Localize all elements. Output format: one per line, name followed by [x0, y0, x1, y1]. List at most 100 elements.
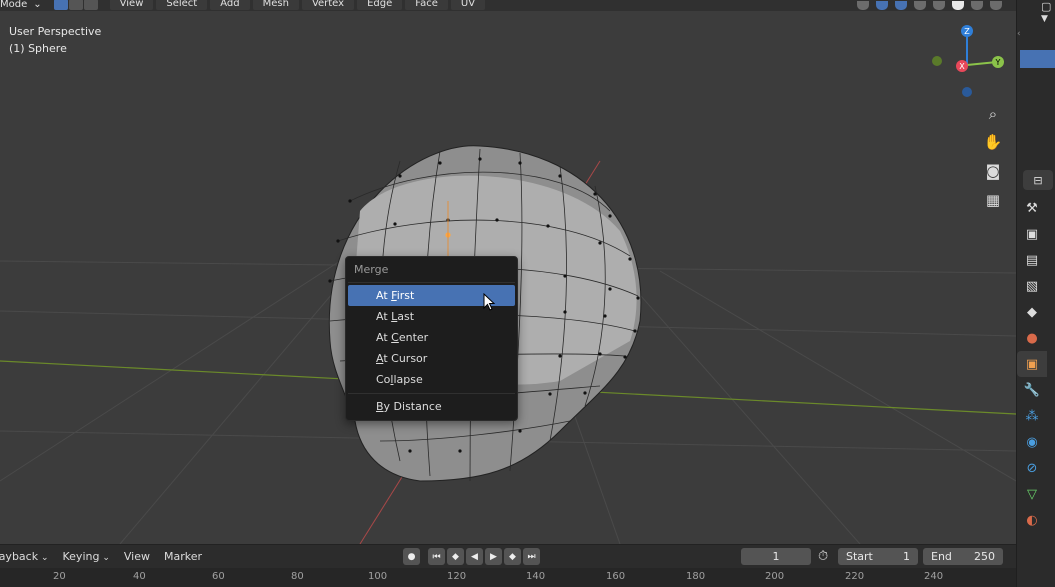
- face-select-button[interactable]: [83, 0, 98, 10]
- physics-tab-icon[interactable]: ◉: [1017, 429, 1047, 455]
- item-mnemonic: C: [391, 331, 399, 344]
- keying-menu[interactable]: Keying: [63, 550, 110, 563]
- item-rest: t Cursor: [383, 352, 428, 365]
- item-rest: y Distance: [383, 400, 442, 413]
- outliner-icon[interactable]: ▢: [1041, 0, 1051, 13]
- constraints-tab-icon[interactable]: ⊘: [1017, 455, 1047, 481]
- mouse-cursor-icon: [483, 293, 496, 311]
- ruler-tick: 100: [368, 571, 388, 582]
- zoom-icon[interactable]: ⌕: [980, 101, 1006, 127]
- navigation-gizmo[interactable]: Z Y X: [920, 21, 1015, 111]
- neg-y-axis-handle[interactable]: [932, 56, 942, 66]
- menu-add[interactable]: Add: [210, 0, 250, 10]
- y-axis-label: Y: [995, 58, 1001, 67]
- next-keyframe-icon[interactable]: ◆: [504, 548, 521, 565]
- timeline-header: Playback Keying View Marker ● ⏮ ◆ ◀ ▶ ◆ …: [0, 544, 1016, 568]
- timeline-ruler[interactable]: 20 40 60 80 100 120 140 160 180 200 220 …: [0, 568, 1016, 587]
- scene-tab-icon[interactable]: ◆: [1017, 299, 1047, 325]
- particles-tab-icon[interactable]: ⁂: [1017, 403, 1047, 429]
- end-frame-field[interactable]: End 250: [923, 548, 1003, 565]
- divider: [348, 282, 515, 283]
- merge-by-distance[interactable]: By Distance: [348, 396, 515, 417]
- neg-z-axis-handle[interactable]: [962, 87, 972, 97]
- ruler-tick: 240: [924, 571, 944, 582]
- pan-hand-icon[interactable]: ✋: [980, 129, 1006, 155]
- x-axis-label: X: [959, 62, 965, 71]
- outliner-panel: ▢ ▼ ‹: [1017, 0, 1055, 160]
- merge-menu: Merge At First At Last At Center At Curs…: [345, 256, 518, 421]
- prev-keyframe-icon[interactable]: ◆: [447, 548, 464, 565]
- select-mode-buttons: [53, 0, 98, 10]
- mode-label: Mode: [0, 0, 28, 10]
- ruler-tick: 220: [845, 571, 865, 582]
- marker-menu[interactable]: Marker: [164, 550, 202, 563]
- mode-selector[interactable]: Mode ⌄: [0, 0, 48, 10]
- data-tab-icon[interactable]: ▽: [1017, 481, 1047, 507]
- ruler-tick: 80: [291, 571, 304, 582]
- item-prefix: At: [376, 289, 392, 302]
- merge-collapse[interactable]: Collapse: [348, 369, 515, 390]
- menu-view[interactable]: View: [109, 0, 154, 10]
- playback-menu[interactable]: Playback: [0, 550, 49, 563]
- wireframe-shading-icon[interactable]: [933, 1, 945, 10]
- modifier-tab-icon[interactable]: 🔧: [1017, 377, 1047, 403]
- chevron-down-icon: ⌄: [33, 0, 42, 10]
- menu-edge[interactable]: Edge: [357, 0, 403, 10]
- current-frame-field[interactable]: 1: [741, 548, 811, 565]
- jump-end-icon[interactable]: ⏭: [523, 548, 540, 565]
- camera-icon[interactable]: ◙: [980, 158, 1006, 184]
- start-label: Start: [846, 550, 873, 563]
- edge-select-button[interactable]: [68, 0, 83, 10]
- current-frame-value: 1: [772, 550, 780, 563]
- record-icon[interactable]: ●: [403, 548, 420, 565]
- viewport-info: User Perspective (1) Sphere: [9, 23, 101, 57]
- z-axis-label: Z: [964, 27, 970, 36]
- view-menu[interactable]: View: [124, 550, 150, 563]
- merge-at-cursor[interactable]: At Cursor: [348, 348, 515, 369]
- item-prefix: At: [376, 310, 392, 323]
- material-tab-icon[interactable]: ◐: [1017, 507, 1047, 533]
- item-mnemonic: B: [376, 400, 384, 413]
- ruler-tick: 140: [526, 571, 546, 582]
- header-menus: View Select Add Mesh Vertex Edge Face UV: [109, 0, 488, 10]
- vertex-select-button[interactable]: [53, 0, 68, 10]
- outliner-selected-row[interactable]: [1020, 50, 1055, 68]
- play-icon[interactable]: ▶: [485, 548, 502, 565]
- ruler-tick: 40: [133, 571, 146, 582]
- editor-type-icon[interactable]: ⊟: [1023, 170, 1053, 190]
- material-shading-icon[interactable]: [971, 1, 983, 10]
- world-tab-icon[interactable]: ●: [1017, 325, 1047, 351]
- output-tab-icon[interactable]: ▤: [1017, 247, 1047, 273]
- tool-tab-icon[interactable]: ⚒: [1017, 195, 1047, 221]
- menu-mesh[interactable]: Mesh: [252, 0, 299, 10]
- item-prefix: Co: [376, 373, 391, 386]
- menu-face[interactable]: Face: [405, 0, 448, 10]
- item-rest: lapse: [393, 373, 423, 386]
- menu-uv[interactable]: UV: [450, 0, 486, 10]
- viewport-header: Mode ⌄ View Select Add Mesh Vertex Edge …: [0, 0, 1016, 11]
- object-tab-icon[interactable]: ▣: [1017, 351, 1047, 377]
- play-reverse-icon[interactable]: ◀: [466, 548, 483, 565]
- playback-controls: ● ⏮ ◆ ◀ ▶ ◆ ⏭: [403, 548, 540, 565]
- xray-icon[interactable]: [914, 1, 926, 10]
- snap-icon[interactable]: [876, 1, 888, 10]
- render-tab-icon[interactable]: ▣: [1017, 221, 1047, 247]
- transform-pivot-icon[interactable]: [857, 1, 869, 10]
- grid-ortho-icon[interactable]: ▦: [980, 187, 1006, 213]
- jump-start-icon[interactable]: ⏮: [428, 548, 445, 565]
- item-prefix: At: [376, 331, 392, 344]
- merge-at-center[interactable]: At Center: [348, 327, 515, 348]
- menu-select[interactable]: Select: [156, 0, 208, 10]
- ruler-tick: 60: [212, 571, 225, 582]
- filter-icon[interactable]: ▼: [1041, 14, 1048, 24]
- stopwatch-icon[interactable]: ⏱: [818, 549, 828, 564]
- solid-shading-icon[interactable]: [952, 1, 964, 10]
- menu-vertex[interactable]: Vertex: [301, 0, 355, 10]
- start-frame-field[interactable]: Start 1: [838, 548, 918, 565]
- merge-menu-title: Merge: [354, 263, 389, 276]
- view-layer-tab-icon[interactable]: ▧: [1017, 273, 1047, 299]
- rendered-shading-icon[interactable]: [990, 1, 1002, 10]
- collapse-arrow-icon[interactable]: ‹: [1017, 29, 1027, 39]
- overlays-icon[interactable]: [895, 1, 907, 10]
- end-label: End: [931, 550, 952, 563]
